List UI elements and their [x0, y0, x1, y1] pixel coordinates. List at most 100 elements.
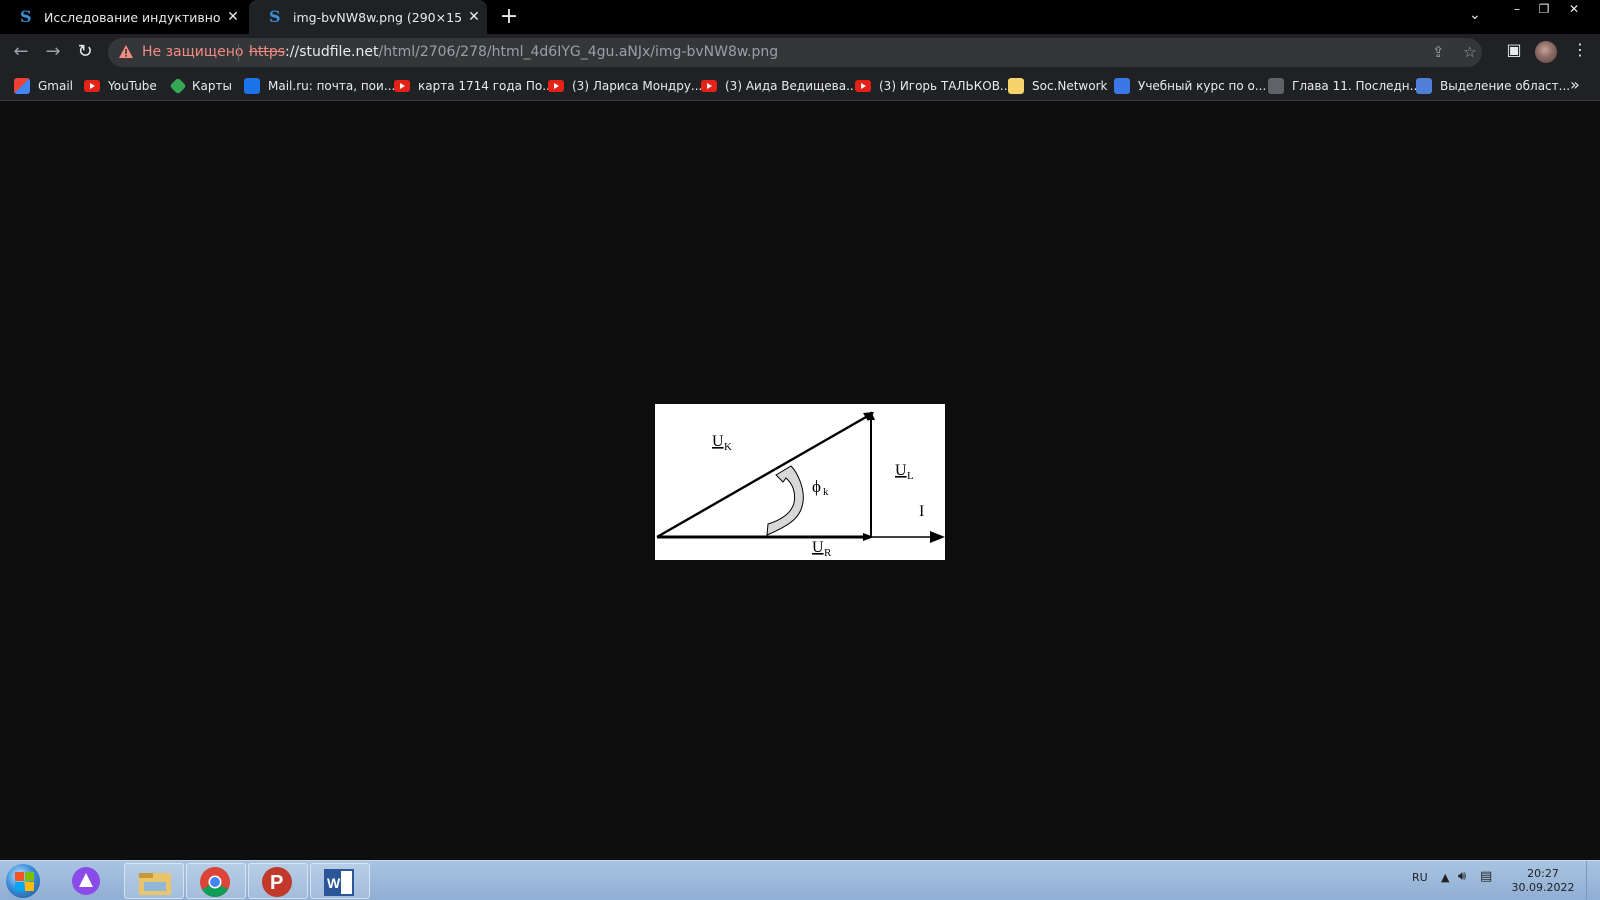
youtube-icon: [394, 79, 410, 92]
mailru-icon: [244, 77, 260, 94]
bookmark-maps[interactable]: Карты: [169, 76, 232, 95]
network-icon[interactable]: ▤: [1480, 869, 1492, 884]
bookmark-label: Глава 11. Последн...: [1292, 78, 1422, 93]
bookmark-label: Gmail: [38, 78, 74, 93]
course-icon: [1114, 77, 1130, 94]
bookmark-label: карта 1714 года По...: [418, 78, 554, 93]
uk-subscript: K: [724, 441, 732, 453]
desktop: S Исследование индуктивной кат ✕ S img-b…: [0, 0, 1600, 900]
bookmark-larisa[interactable]: (3) Лариса Мондру...: [548, 76, 702, 95]
bookmark-igor[interactable]: (3) Игорь ТАЛЬКОВ...: [855, 76, 1011, 95]
browser-toolbar: ← → ↻ Не защищено https://studfile.net/h…: [0, 34, 1600, 70]
bookmark-label: Выделение област...: [1440, 78, 1571, 93]
show-desktop-button[interactable]: [1586, 861, 1600, 900]
reload-button[interactable]: ↻: [73, 40, 97, 64]
tab-title: Исследование индуктивной кат: [44, 9, 220, 25]
warning-icon: [119, 45, 133, 58]
psiphon-app[interactable]: P: [248, 863, 308, 899]
bookmark-label: Mail.ru: почта, пои...: [268, 78, 396, 93]
profile-avatar[interactable]: [1535, 41, 1557, 63]
start-button[interactable]: [6, 864, 40, 898]
bookmark-label: (3) Аида Ведищева...: [725, 78, 858, 93]
tab-title: img-bvNW8w.png (290×156): [293, 9, 461, 25]
volume-icon[interactable]: 🔊︎: [1458, 869, 1466, 884]
close-tab-icon[interactable]: ✕: [220, 9, 246, 25]
bookmark-label: Учебный курс по о...: [1138, 78, 1267, 93]
studfile-s-icon: S: [20, 7, 32, 26]
bookmark-chapter-11[interactable]: Глава 11. Последн...: [1268, 76, 1421, 95]
bookmark-label: YouTube: [108, 78, 157, 93]
windows-logo-blue: [15, 882, 24, 891]
back-button[interactable]: ←: [9, 40, 33, 64]
new-tab-button[interactable]: +: [497, 5, 521, 29]
explorer-app[interactable]: [124, 863, 184, 899]
tab-research[interactable]: S Исследование индуктивной кат ✕: [0, 0, 246, 34]
share-icon[interactable]: ⇪: [1432, 43, 1445, 61]
windows-logo-green: [25, 872, 34, 881]
bookmark-aida[interactable]: (3) Аида Ведищева...: [701, 76, 858, 95]
bookmark-label: Soc.Network: [1032, 78, 1108, 93]
word-icon: W: [324, 869, 354, 896]
current-label: I: [919, 503, 924, 520]
clock-date: 30.09.2022: [1511, 881, 1575, 894]
word-app[interactable]: W: [310, 863, 370, 899]
explorer-icon: [139, 873, 171, 895]
uk-vector-line: [656, 411, 874, 539]
ur-label: U: [812, 539, 824, 556]
tab-strip: S Исследование индуктивной кат ✕ S img-b…: [0, 0, 1600, 34]
svg-text:W: W: [327, 875, 341, 891]
bookmark-course[interactable]: Учебный курс по о...: [1114, 76, 1266, 95]
maps-icon: [169, 77, 187, 94]
show-hidden-icons-icon[interactable]: ▲: [1441, 871, 1449, 884]
settings-icon: [1416, 77, 1432, 94]
image-viewer: U K U L U R ϕ k I: [0, 101, 1600, 860]
forward-button[interactable]: →: [41, 40, 65, 64]
url-scheme: https: [249, 44, 286, 60]
youtube-icon: [701, 79, 717, 92]
minimize-button[interactable]: –: [1506, 0, 1528, 20]
menu-kebab-icon[interactable]: ⋮: [1568, 40, 1592, 59]
bookmark-soc-network[interactable]: Soc.Network: [1008, 76, 1107, 95]
phasor-diagram: U K U L U R ϕ k I: [656, 411, 945, 559]
bookmark-star-icon[interactable]: ☆: [1463, 43, 1476, 61]
security-status[interactable]: Не защищено: [142, 44, 243, 60]
uk-label: U: [712, 433, 724, 450]
url-text[interactable]: https://studfile.net/html/2706/278/html_…: [249, 44, 778, 60]
ul-subscript: L: [907, 470, 914, 482]
address-bar[interactable]: Не защищено https://studfile.net/html/27…: [108, 38, 1482, 67]
bookmark-gmail[interactable]: Gmail: [14, 76, 73, 95]
folder-icon: [1008, 77, 1024, 94]
url-host: ://studfile.net: [285, 44, 379, 60]
bookmark-map-1714[interactable]: карта 1714 года По...: [394, 76, 554, 95]
ur-subscript: R: [824, 547, 832, 559]
youtube-icon: [855, 79, 871, 92]
restore-button[interactable]: ❐: [1533, 0, 1555, 20]
system-clock[interactable]: 20:27 30.09.2022: [1508, 867, 1578, 895]
tab-image[interactable]: S img-bvNW8w.png (290×156) ✕: [249, 0, 487, 34]
studfile-s-icon: S: [269, 7, 281, 26]
phi-subscript: k: [823, 486, 829, 498]
alice-app[interactable]: [60, 863, 120, 899]
svg-text:P: P: [270, 872, 283, 894]
bookmarks-bar: Gmail YouTube Карты Mail.ru: почта, пои.…: [0, 70, 1600, 101]
close-window-button[interactable]: ✕: [1562, 0, 1586, 20]
side-panel-icon[interactable]: ▣: [1502, 40, 1526, 59]
url-path: /html/2706/278/html_4d6IYG_4gu.aNJx/img-…: [378, 44, 779, 60]
vector-diagram-image: U K U L U R ϕ k I: [655, 404, 945, 560]
gmail-icon: [14, 77, 30, 94]
bookmark-youtube[interactable]: YouTube: [84, 76, 157, 95]
bookmark-mailru[interactable]: Mail.ru: почта, пои...: [244, 76, 395, 95]
windows-taskbar: P W RU ▲ 🔊︎ ▤ 20:27 30.09.2022: [0, 860, 1600, 900]
globe-icon: [1268, 77, 1284, 94]
youtube-icon: [548, 79, 564, 92]
bookmark-selection[interactable]: Выделение област...: [1416, 76, 1570, 95]
youtube-icon: [84, 79, 100, 92]
windows-logo-red: [15, 872, 24, 881]
more-bookmarks-chevron-icon[interactable]: »: [1570, 75, 1580, 94]
language-indicator[interactable]: RU: [1412, 871, 1428, 884]
close-tab-icon[interactable]: ✕: [461, 9, 487, 25]
chrome-app[interactable]: [186, 863, 246, 899]
tab-search-chevron-icon[interactable]: ⌄: [1469, 7, 1481, 23]
phi-angle-arc: [766, 465, 804, 536]
ul-label: U: [895, 462, 907, 479]
